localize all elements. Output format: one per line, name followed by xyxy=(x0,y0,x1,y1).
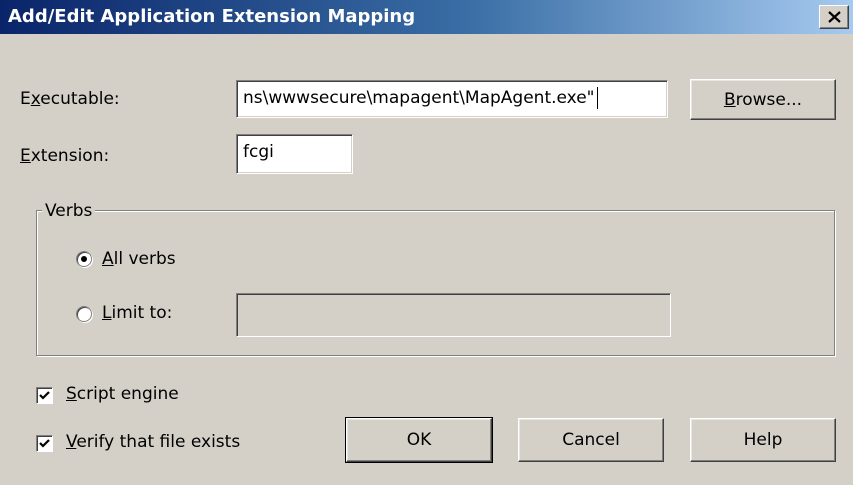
extension-value: fcgi xyxy=(243,142,274,162)
browse-label: rowse... xyxy=(735,89,803,110)
verbs-group-label: Verbs xyxy=(42,201,96,221)
window-title: Add/Edit Application Extension Mapping xyxy=(8,6,416,27)
radio-selected-icon xyxy=(81,256,87,262)
script-engine-label[interactable]: Script engine xyxy=(66,384,179,404)
executable-label-prefix: E xyxy=(20,89,31,109)
browse-button[interactable]: Browse... xyxy=(690,79,836,120)
checkmark-icon xyxy=(39,391,50,400)
ok-button[interactable]: OK xyxy=(345,417,493,463)
all-verbs-text: ll verbs xyxy=(113,249,176,269)
close-icon xyxy=(828,11,841,23)
cancel-button[interactable]: Cancel xyxy=(518,418,664,462)
limit-to-input[interactable] xyxy=(236,293,671,337)
extension-input[interactable]: fcgi xyxy=(236,134,353,174)
verify-file-label[interactable]: Verify that file exists xyxy=(66,432,240,452)
executable-label-mnemonic: x xyxy=(30,89,41,109)
browse-mnemonic: B xyxy=(723,89,736,110)
text-caret xyxy=(596,87,598,109)
title-bar[interactable]: Add/Edit Application Extension Mapping xyxy=(0,0,853,34)
all-verbs-label[interactable]: All verbs xyxy=(102,249,176,269)
extension-mapping-dialog: Add/Edit Application Extension Mapping E… xyxy=(0,0,853,485)
all-verbs-radio[interactable] xyxy=(76,251,92,267)
extension-label-text: xtension: xyxy=(30,146,110,166)
script-engine-checkbox[interactable] xyxy=(36,387,53,404)
extension-label-mnemonic: E xyxy=(20,146,31,166)
script-engine-text: cript engine xyxy=(76,384,179,404)
help-button[interactable]: Help xyxy=(690,418,836,462)
all-verbs-mnemonic: A xyxy=(102,249,114,269)
checkmark-icon xyxy=(39,439,50,448)
script-engine-mnemonic: S xyxy=(66,384,77,404)
executable-label-suffix: ecutable: xyxy=(40,89,120,109)
limit-to-radio[interactable] xyxy=(76,306,92,322)
executable-label: Executable: xyxy=(20,89,120,109)
executable-value: ns\wwwsecure\mapagent\MapAgent.exe" xyxy=(243,88,595,108)
limit-to-label[interactable]: Limit to: xyxy=(102,303,172,323)
executable-input[interactable]: ns\wwwsecure\mapagent\MapAgent.exe" xyxy=(236,80,668,118)
close-button[interactable] xyxy=(819,5,849,29)
verify-file-mnemonic: V xyxy=(66,432,77,452)
verify-file-text: erify that file exists xyxy=(76,432,241,452)
extension-label: Extension: xyxy=(20,146,109,166)
verify-file-checkbox[interactable] xyxy=(36,435,53,452)
limit-to-text: imit to: xyxy=(111,303,173,323)
